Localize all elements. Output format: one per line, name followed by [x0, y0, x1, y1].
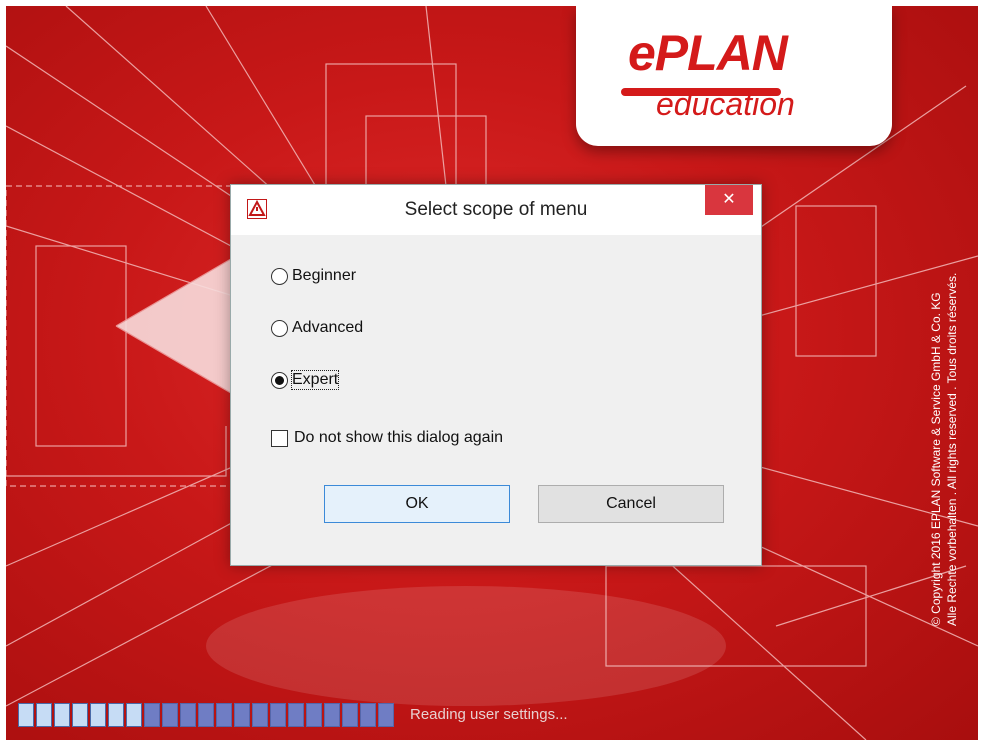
ok-button[interactable]: OK — [324, 485, 510, 523]
dont-show-again-label: Do not show this dialog again — [294, 429, 504, 446]
radio-beginner-circle[interactable] — [271, 267, 288, 285]
progress-segment — [252, 703, 268, 727]
radio-beginner[interactable]: Beginner — [271, 267, 356, 285]
progress-segment — [90, 703, 106, 727]
status-text: Reading user settings... — [410, 706, 568, 723]
eplan-logo: ePLAN education — [576, 6, 892, 146]
progress-segment — [108, 703, 124, 727]
dialog-title: Select scope of menu — [404, 199, 588, 220]
progress-segment — [324, 703, 340, 727]
progress-segment — [270, 703, 286, 727]
progress-segment — [18, 703, 34, 727]
close-button[interactable]: ✕ — [705, 185, 753, 215]
radio-advanced[interactable]: Advanced — [271, 319, 363, 337]
progress-segment — [378, 703, 394, 727]
progress-segment — [162, 703, 178, 727]
progress-segment — [198, 703, 214, 727]
progress-segment — [54, 703, 70, 727]
radio-advanced-label: Advanced — [292, 319, 364, 336]
progress-segment — [72, 703, 88, 727]
dont-show-again-checkbox[interactable] — [271, 429, 288, 447]
copyright-line-1: © Copyright 2016 EPLAN Software & Servic… — [929, 292, 943, 626]
dont-show-again[interactable]: Do not show this dialog again — [271, 429, 503, 447]
radio-expert[interactable]: Expert — [271, 370, 340, 390]
progress-segment — [36, 703, 52, 727]
logo-brand: ePLAN — [628, 25, 788, 81]
progress-segment — [288, 703, 304, 727]
progress-segment — [180, 703, 196, 727]
dialog-titlebar[interactable]: Select scope of menu ✕ — [231, 185, 761, 235]
scope-dialog: Select scope of menu ✕ Beginner Advanced… — [230, 184, 762, 566]
progress-segment — [360, 703, 376, 727]
progress-segment — [126, 703, 142, 727]
copyright-line-2: Alle Rechte vorbehalten . All rights res… — [945, 272, 959, 626]
progress-segment — [234, 703, 250, 727]
progress-segment — [342, 703, 358, 727]
progress-bar — [18, 703, 394, 727]
copyright-notice: © Copyright 2016 EPLAN Software & Servic… — [928, 156, 972, 626]
radio-beginner-label: Beginner — [292, 267, 357, 284]
logo-subtitle: education — [656, 86, 795, 122]
progress-segment — [216, 703, 232, 727]
radio-advanced-circle[interactable] — [271, 319, 288, 337]
progress-segment — [144, 703, 160, 727]
progress-segment — [306, 703, 322, 727]
radio-expert-circle[interactable] — [271, 371, 288, 389]
cancel-button[interactable]: Cancel — [538, 485, 724, 523]
radio-expert-label: Expert — [290, 370, 340, 390]
